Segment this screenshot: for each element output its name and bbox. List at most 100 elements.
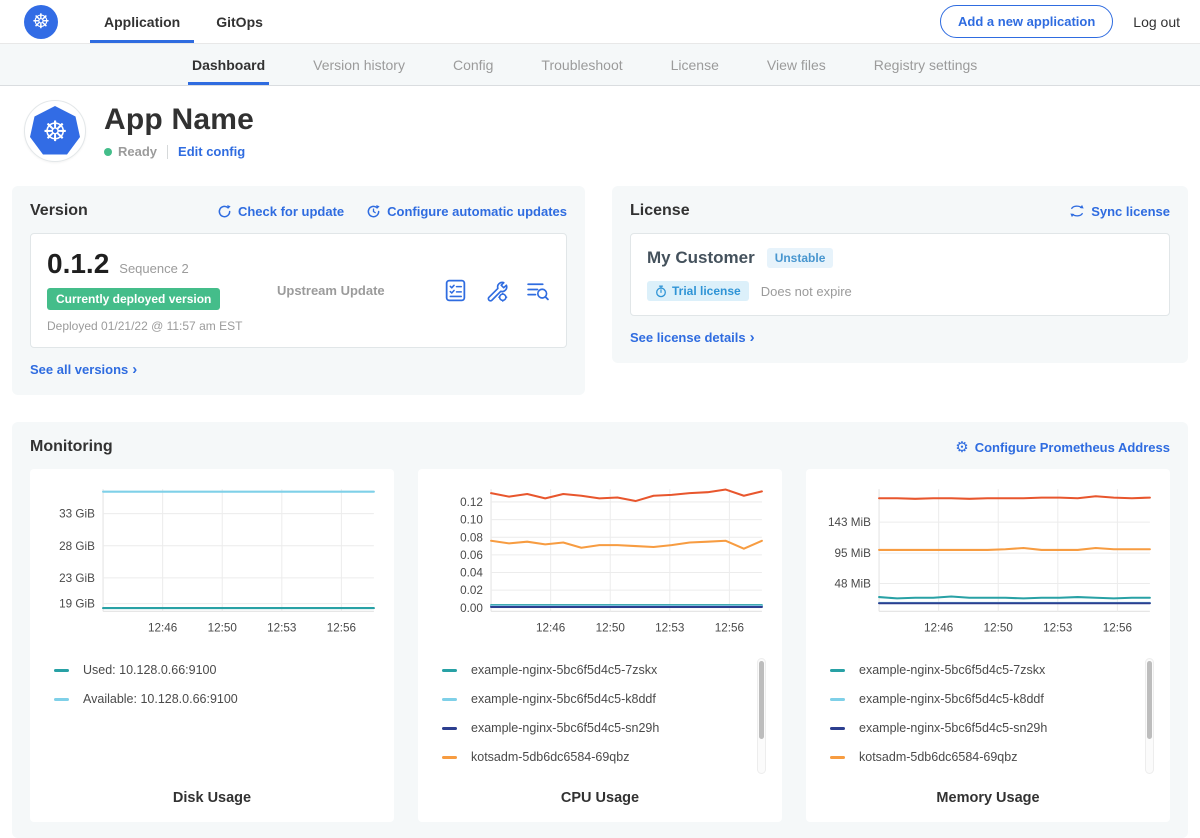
legend-color-dash [442,698,457,701]
svg-text:12:50: 12:50 [984,622,1014,635]
subnav-license[interactable]: License [667,44,723,85]
tab-gitops-label: GitOps [216,14,263,30]
svg-text:48 MiB: 48 MiB [835,578,872,591]
deploy-logs-icon[interactable] [525,278,550,303]
clock-refresh-icon [366,204,381,219]
legend-color-dash [830,756,845,759]
version-source-label: Upstream Update [277,283,385,298]
memory-usage-legend: example-nginx-5bc6f5d4c5-7zskx example-ng… [820,656,1156,780]
subnav-view-files[interactable]: View files [763,44,830,85]
svg-text:0.12: 0.12 [460,496,483,509]
disk-usage-chart-card: 12:4612:5012:5312:5619 GiB23 GiB28 GiB33… [30,469,394,822]
sync-license-link[interactable]: Sync license [1069,204,1170,219]
svg-text:12:50: 12:50 [596,622,626,635]
status-badge: Ready [118,144,157,159]
check-for-update-link[interactable]: Check for update [217,204,344,219]
configure-auto-updates-link[interactable]: Configure automatic updates [366,204,567,219]
legend-item: Used: 10.128.0.66:9100 [54,656,380,685]
subnav-version-history[interactable]: Version history [309,44,409,85]
app-icon: ☸ [24,100,86,162]
check-for-update-label: Check for update [238,204,344,219]
subnav-config[interactable]: Config [449,44,497,85]
customer-name: My Customer [647,248,755,268]
legend-label: Used: 10.128.0.66:9100 [83,663,216,677]
legend-item: example-nginx-5bc6f5d4c5-sn29h [442,714,768,743]
cpu-usage-legend: example-nginx-5bc6f5d4c5-7zskx example-ng… [432,656,768,780]
edit-config-wrench-icon[interactable] [484,278,509,303]
svg-text:23 GiB: 23 GiB [59,572,95,585]
subnav-registry-settings[interactable]: Registry settings [870,44,981,85]
chevron-right-icon: › [132,361,137,378]
legend-label: example-nginx-5bc6f5d4c5-k8ddf [859,692,1044,706]
version-sequence: Sequence 2 [119,261,188,276]
version-number: 0.1.2 [47,248,109,280]
legend-item: Available: 10.128.0.66:9100 [54,685,380,714]
edit-config-link[interactable]: Edit config [178,144,245,159]
top-tabs: Application GitOps [90,0,277,43]
monitoring-title: Monitoring [30,438,113,456]
svg-text:12:53: 12:53 [655,622,684,635]
version-card: Version Check for update Configure autom… [12,186,585,395]
current-version-box: 0.1.2 Sequence 2 Currently deployed vers… [30,233,567,348]
legend-scrollbar-thumb[interactable] [1147,661,1152,739]
svg-text:12:53: 12:53 [1043,622,1072,635]
disk-usage-legend: Used: 10.128.0.66:9100 Available: 10.128.… [44,656,380,780]
legend-label: example-nginx-5bc6f5d4c5-sn29h [471,721,659,735]
svg-text:12:46: 12:46 [924,622,953,635]
deployed-version-badge: Currently deployed version [47,288,220,310]
gear-icon: ⚙ [955,440,968,455]
stopwatch-icon [655,285,667,298]
app-subnav: Dashboard Version history Config Trouble… [0,44,1200,86]
kubernetes-logo-icon[interactable]: ☸ [24,5,58,39]
svg-text:95 MiB: 95 MiB [835,547,872,560]
cpu-usage-chart-title: CPU Usage [432,780,768,810]
subnav-dashboard[interactable]: Dashboard [188,44,269,85]
svg-text:12:46: 12:46 [536,622,565,635]
legend-color-dash [830,727,845,730]
deployed-timestamp: Deployed 01/21/22 @ 11:57 am EST [47,319,277,333]
license-details-box: My Customer Unstable Trial license Does … [630,233,1170,316]
disk-usage-chart-title: Disk Usage [44,780,380,810]
license-card: License Sync license My Customer Unstabl… [612,186,1188,363]
legend-color-dash [442,727,457,730]
svg-text:19 GiB: 19 GiB [59,598,95,611]
license-type-badge: Trial license [647,281,749,301]
legend-label: example-nginx-5bc6f5d4c5-k8ddf [471,692,656,706]
legend-color-dash [830,698,845,701]
legend-color-dash [442,669,457,672]
legend-scrollbar[interactable] [757,658,766,774]
legend-item: example-nginx-5bc6f5d4c5-sn29h [830,714,1156,743]
legend-item: example-nginx-5bc6f5d4c5-7zskx [442,656,768,685]
add-application-button[interactable]: Add a new application [940,5,1113,38]
disk-usage-chart: 12:4612:5012:5312:5619 GiB23 GiB28 GiB33… [44,481,380,646]
tab-application[interactable]: Application [90,0,194,43]
legend-label: example-nginx-5bc6f5d4c5-7zskx [471,663,657,677]
sync-license-label: Sync license [1091,204,1170,219]
svg-text:0.00: 0.00 [460,602,483,615]
legend-item: kotsadm-5db6dc6584-69qbz [830,743,1156,772]
configure-prometheus-link[interactable]: ⚙ Configure Prometheus Address [955,440,1170,455]
legend-color-dash [54,669,69,672]
see-all-versions-link[interactable]: See all versions › [30,361,137,378]
svg-text:12:56: 12:56 [1103,622,1132,635]
tab-application-label: Application [104,14,180,30]
svg-text:0.10: 0.10 [460,514,483,527]
preflight-checks-icon[interactable] [443,278,468,303]
wheel-glyph: ☸ [32,9,50,34]
legend-color-dash [442,756,457,759]
legend-scrollbar-thumb[interactable] [759,661,764,739]
subnav-troubleshoot[interactable]: Troubleshoot [537,44,626,85]
legend-scrollbar[interactable] [1145,658,1154,774]
svg-text:33 GiB: 33 GiB [59,508,95,521]
see-license-details-label: See license details [630,330,746,345]
legend-label: example-nginx-5bc6f5d4c5-7zskx [859,663,1045,677]
memory-usage-chart-title: Memory Usage [820,780,1156,810]
svg-text:28 GiB: 28 GiB [59,540,95,553]
see-license-details-link[interactable]: See license details › [630,329,755,346]
svg-text:12:56: 12:56 [715,622,744,635]
status-dot-icon [104,148,112,156]
tab-gitops[interactable]: GitOps [202,0,277,43]
page-title: App Name [104,103,254,137]
configure-prometheus-label: Configure Prometheus Address [975,440,1170,455]
logout-button[interactable]: Log out [1133,14,1180,30]
